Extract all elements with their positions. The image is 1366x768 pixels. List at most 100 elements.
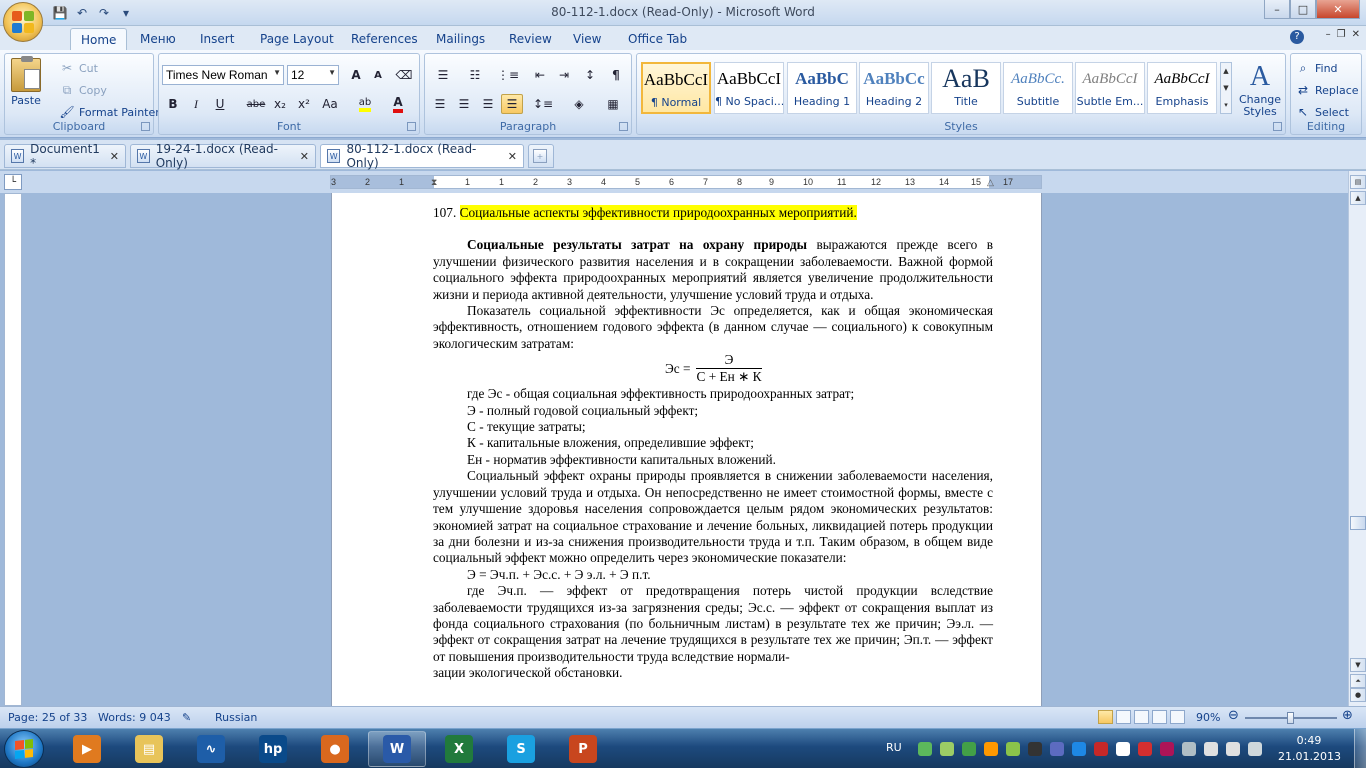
tab-home[interactable]: Home bbox=[70, 28, 128, 50]
zoom-out-icon[interactable]: ⊖ bbox=[1228, 708, 1239, 723]
volume-icon[interactable] bbox=[1248, 742, 1262, 756]
style-heading-2[interactable]: AaBbCc Heading 2 bbox=[859, 62, 929, 114]
help-icon[interactable]: ? bbox=[1290, 30, 1304, 44]
copy-button[interactable]: ⧉ Copy bbox=[59, 82, 107, 98]
underline-button[interactable]: U bbox=[209, 94, 231, 114]
scroll-up-icon[interactable]: ▲ bbox=[1350, 191, 1366, 205]
taskbar-excel[interactable]: X bbox=[430, 731, 488, 767]
taskbar-hp[interactable]: hp bbox=[244, 731, 302, 767]
battery-icon[interactable] bbox=[1226, 742, 1240, 756]
align-center-button[interactable]: ☰ bbox=[453, 94, 475, 114]
clear-formatting-button[interactable]: ⌫ bbox=[393, 65, 415, 85]
tray-app-icon[interactable] bbox=[1116, 742, 1130, 756]
proofing-icon[interactable]: ✎ bbox=[182, 711, 191, 724]
tray-app-icon[interactable] bbox=[1028, 742, 1042, 756]
align-right-button[interactable]: ☰ bbox=[477, 94, 499, 114]
align-left-button[interactable]: ☰ bbox=[429, 94, 451, 114]
tab-page-layout[interactable]: Page Layout bbox=[250, 28, 344, 50]
doc-tab-80-112-1[interactable]: W 80-112-1.docx (Read-Only) ✕ bbox=[320, 142, 524, 170]
highlight-button[interactable]: ab bbox=[351, 94, 379, 114]
doc-close-icon[interactable]: ✕ bbox=[1352, 29, 1360, 40]
close-tab-icon[interactable]: ✕ bbox=[300, 150, 309, 163]
numbering-button[interactable]: ☷ bbox=[461, 65, 489, 85]
right-indent-marker-icon[interactable]: △ bbox=[987, 176, 994, 188]
language-indicator[interactable]: Russian bbox=[215, 711, 257, 724]
sort-button[interactable]: ↕ bbox=[579, 65, 601, 85]
show-desktop-button[interactable] bbox=[1354, 729, 1366, 768]
change-styles-button[interactable]: A Change Styles bbox=[1237, 60, 1283, 118]
doc-tab-19-24-1[interactable]: W 19-24-1.docx (Read-Only) ✕ bbox=[130, 142, 316, 170]
format-painter-button[interactable]: 🖌 Format Painter bbox=[59, 104, 159, 120]
tray-app-icon[interactable] bbox=[1160, 742, 1174, 756]
minimize-button[interactable]: – bbox=[1264, 0, 1290, 19]
tab-review[interactable]: Review bbox=[499, 28, 562, 50]
taskbar-skype[interactable]: S bbox=[492, 731, 550, 767]
style-subtitle[interactable]: AaBbCc. Subtitle bbox=[1003, 62, 1073, 114]
browse-object-icon[interactable]: ● bbox=[1350, 688, 1366, 702]
doc-restore-icon[interactable]: ❐ bbox=[1337, 29, 1346, 40]
tray-app-icon[interactable] bbox=[918, 742, 932, 756]
tab-menu[interactable]: Меню bbox=[130, 28, 186, 50]
document-page[interactable]: 107. Социальные аспекты эффективности пр… bbox=[331, 193, 1042, 706]
page-content[interactable]: 107. Социальные аспекты эффективности пр… bbox=[433, 205, 993, 682]
strikethrough-button[interactable]: abe bbox=[245, 94, 267, 114]
superscript-button[interactable]: x² bbox=[293, 94, 315, 114]
input-language[interactable]: RU bbox=[886, 741, 902, 754]
bullets-button[interactable]: ☰ bbox=[429, 65, 457, 85]
shrink-font-button[interactable]: A bbox=[367, 65, 389, 85]
style-no-spacing[interactable]: AaBbCcI ¶ No Spaci... bbox=[714, 62, 784, 114]
word-count[interactable]: Words: 9 043 bbox=[98, 711, 171, 724]
tab-selector-icon[interactable]: └ bbox=[4, 174, 22, 190]
line-spacing-button[interactable]: ↕≡ bbox=[529, 94, 557, 114]
start-button[interactable] bbox=[4, 730, 44, 768]
increase-indent-button[interactable]: ⇥ bbox=[553, 65, 575, 85]
page-count[interactable]: Page: 25 of 33 bbox=[8, 711, 87, 724]
draft-view-icon[interactable] bbox=[1170, 710, 1185, 724]
tray-app-icon[interactable] bbox=[940, 742, 954, 756]
zoom-level[interactable]: 90% bbox=[1196, 711, 1220, 724]
subscript-button[interactable]: x₂ bbox=[269, 94, 291, 114]
zoom-slider-thumb[interactable] bbox=[1287, 712, 1294, 724]
styles-gallery-scroll[interactable]: ▲ ▼ ▾ bbox=[1220, 62, 1232, 114]
style-normal[interactable]: AaBbCcI ¶ Normal bbox=[641, 62, 711, 114]
styles-launcher-icon[interactable] bbox=[1273, 122, 1282, 131]
tray-app-icon[interactable] bbox=[1050, 742, 1064, 756]
doc-minimize-icon[interactable]: – bbox=[1326, 29, 1331, 40]
font-size-select[interactable]: 12 ▼ bbox=[287, 65, 339, 85]
ruler-toggle-icon[interactable]: ▤ bbox=[1350, 175, 1366, 189]
borders-button[interactable]: ▦ bbox=[599, 94, 627, 114]
taskbar-explorer[interactable]: ▤ bbox=[120, 731, 178, 767]
new-tab-button[interactable]: + bbox=[528, 144, 554, 168]
tab-references[interactable]: References bbox=[341, 28, 428, 50]
doc-tab-document1[interactable]: W Document1 * ✕ bbox=[4, 142, 126, 170]
maximize-button[interactable]: □ bbox=[1290, 0, 1316, 19]
select-button[interactable]: ↖ Select bbox=[1295, 104, 1349, 120]
clipboard-launcher-icon[interactable] bbox=[141, 122, 150, 131]
close-tab-icon[interactable]: ✕ bbox=[508, 150, 517, 163]
taskbar-media-player[interactable]: ▶ bbox=[58, 731, 116, 767]
network-icon[interactable] bbox=[1204, 742, 1218, 756]
close-button[interactable]: ✕ bbox=[1316, 0, 1360, 19]
torrent-icon[interactable] bbox=[962, 742, 976, 756]
vertical-scrollbar[interactable]: ▤ ▲ ▼ ⏶ ● bbox=[1348, 171, 1366, 706]
bluetooth-icon[interactable] bbox=[1072, 742, 1086, 756]
web-layout-icon[interactable] bbox=[1134, 710, 1149, 724]
tray-app-icon[interactable] bbox=[1182, 742, 1196, 756]
taskbar-firefox[interactable]: ● bbox=[306, 731, 364, 767]
style-heading-1[interactable]: AaBbC Heading 1 bbox=[787, 62, 857, 114]
clock[interactable]: 0:49 21.01.2013 bbox=[1278, 733, 1341, 765]
indent-marker-icon[interactable]: ⧗ bbox=[431, 176, 437, 188]
previous-page-icon[interactable]: ⏶ bbox=[1350, 674, 1366, 688]
scroll-down-icon[interactable]: ▼ bbox=[1350, 658, 1366, 672]
tab-mailings[interactable]: Mailings bbox=[426, 28, 495, 50]
tab-office-tab[interactable]: Office Tab bbox=[618, 28, 697, 50]
vertical-ruler[interactable] bbox=[4, 193, 22, 706]
tray-app-icon[interactable] bbox=[1006, 742, 1020, 756]
shading-button[interactable]: ◈ bbox=[565, 94, 593, 114]
horizontal-ruler[interactable]: 3 2 1 ⧗ 1 1 2 3 4 5 6 7 8 9 10 11 12 13 … bbox=[330, 175, 1042, 189]
taskbar-word[interactable]: W bbox=[368, 731, 426, 767]
scrollbar-thumb[interactable] bbox=[1350, 516, 1366, 530]
tray-app-icon[interactable] bbox=[984, 742, 998, 756]
office-button[interactable] bbox=[3, 2, 43, 42]
multilevel-list-button[interactable]: ⋮≡ bbox=[493, 65, 523, 85]
